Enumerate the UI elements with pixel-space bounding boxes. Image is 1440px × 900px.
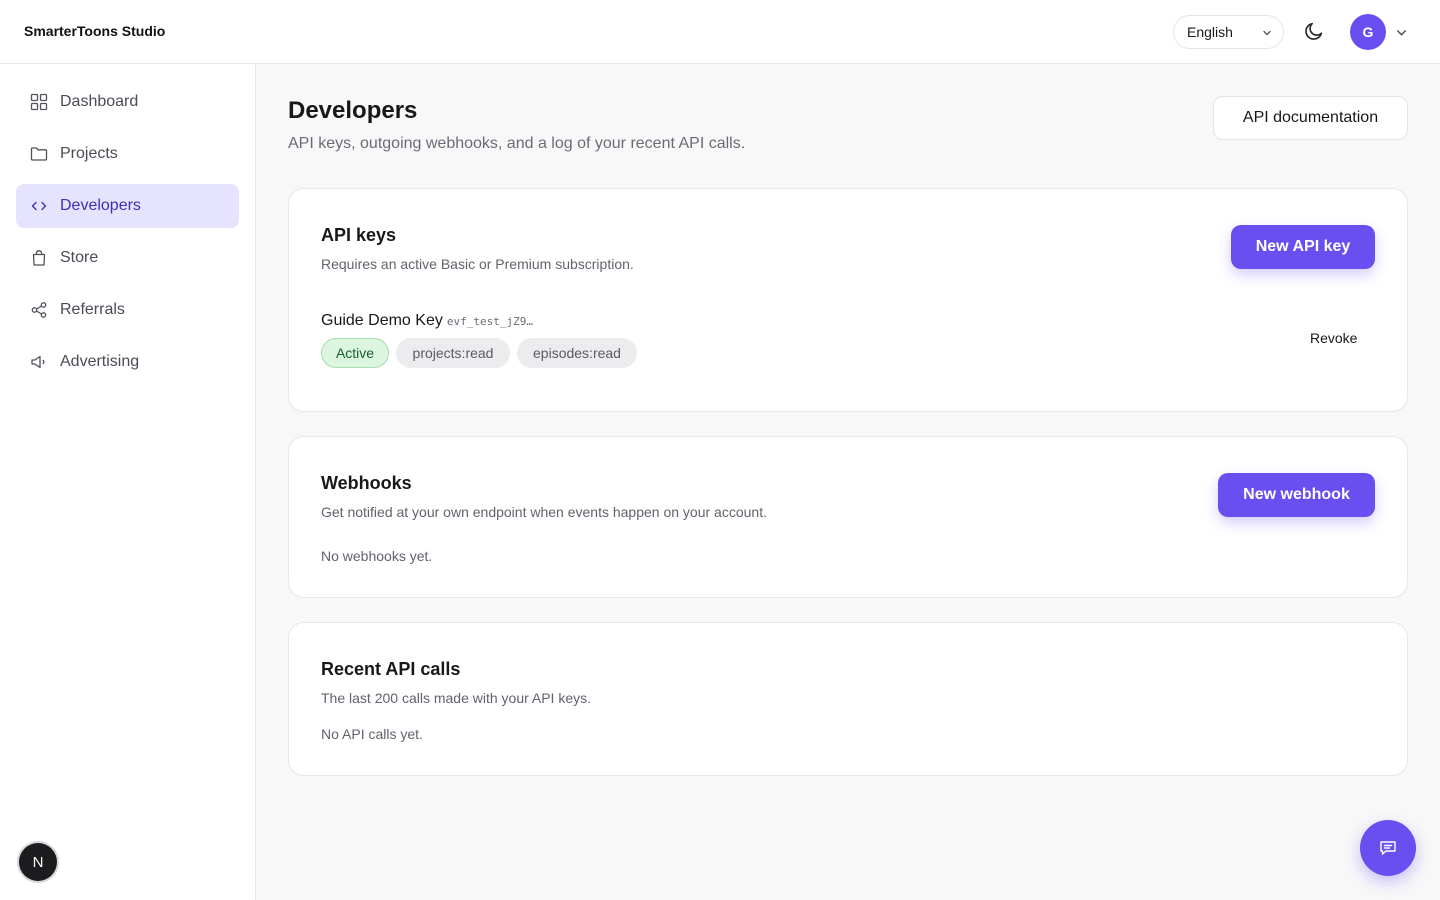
scope-badge: episodes:read <box>517 338 637 368</box>
api-key-name: Guide Demo Key <box>321 312 443 329</box>
page-title: Developers <box>288 97 418 124</box>
language-value: English <box>1187 24 1233 40</box>
chat-button[interactable] <box>1360 820 1416 876</box>
chat-icon <box>1380 841 1396 855</box>
megaphone-icon <box>30 353 48 371</box>
share-icon <box>30 301 48 319</box>
sidebar-item-label: Referrals <box>60 301 125 318</box>
shopping-bag-icon <box>30 249 48 267</box>
sidebar-item-label: Projects <box>60 145 118 162</box>
sidebar-item-label: Developers <box>60 197 141 214</box>
webhooks-empty-text: No webhooks yet. <box>321 548 433 564</box>
api-keys-description: Requires an active Basic or Premium subs… <box>321 256 634 272</box>
scope-badge: projects:read <box>396 338 510 368</box>
api-key-row: Guide Demo Key evf_test_jZ9… <box>321 312 533 330</box>
page-subtitle: API keys, outgoing webhooks, and a log o… <box>288 135 746 152</box>
grid-icon <box>30 93 48 111</box>
top-bar: SmarterToons Studio English G <box>0 0 1440 64</box>
sidebar-item-store[interactable]: Store <box>16 236 239 280</box>
recent-calls-title: Recent API calls <box>321 659 461 679</box>
avatar[interactable]: G <box>1350 14 1386 50</box>
sidebar-item-dashboard[interactable]: Dashboard <box>16 80 239 124</box>
api-keys-title: API keys <box>321 225 397 245</box>
new-api-key-button[interactable]: New API key <box>1231 225 1375 269</box>
chevron-down-icon <box>1263 30 1271 36</box>
recent-api-calls-card: Recent API calls The last 200 calls made… <box>288 622 1408 776</box>
api-keys-card: API keys Requires an active Basic or Pre… <box>288 188 1408 412</box>
sidebar-item-projects[interactable]: Projects <box>16 132 239 176</box>
moon-icon[interactable] <box>1303 20 1325 42</box>
webhooks-description: Get notified at your own endpoint when e… <box>321 504 767 520</box>
folder-icon <box>30 145 48 163</box>
sidebar-item-label: Dashboard <box>60 93 139 110</box>
recent-calls-empty-text: No API calls yet. <box>321 726 423 742</box>
n-badge[interactable]: N <box>19 843 57 881</box>
recent-calls-description: The last 200 calls made with your API ke… <box>321 690 592 706</box>
sidebar-item-label: Advertising <box>60 353 140 370</box>
brand-name[interactable]: SmarterToons Studio <box>24 23 165 39</box>
new-webhook-button[interactable]: New webhook <box>1218 473 1375 517</box>
chevron-down-icon[interactable] <box>1395 26 1408 39</box>
code-icon <box>30 197 48 215</box>
revoke-button[interactable]: Revoke <box>1310 330 1357 346</box>
sidebar-item-referrals[interactable]: Referrals <box>16 288 239 332</box>
sidebar-item-advertising[interactable]: Advertising <box>16 340 239 384</box>
status-badge: Active <box>321 338 389 368</box>
webhooks-title: Webhooks <box>321 473 412 493</box>
sidebar-item-developers[interactable]: Developers <box>16 184 239 228</box>
webhooks-card: Webhooks Get notified at your own endpoi… <box>288 436 1408 598</box>
api-key-prefix: evf_test_jZ9… <box>446 315 533 328</box>
sidebar-item-label: Store <box>60 249 99 266</box>
language-select[interactable]: English <box>1173 15 1284 49</box>
api-documentation-button[interactable]: API documentation <box>1213 96 1408 140</box>
